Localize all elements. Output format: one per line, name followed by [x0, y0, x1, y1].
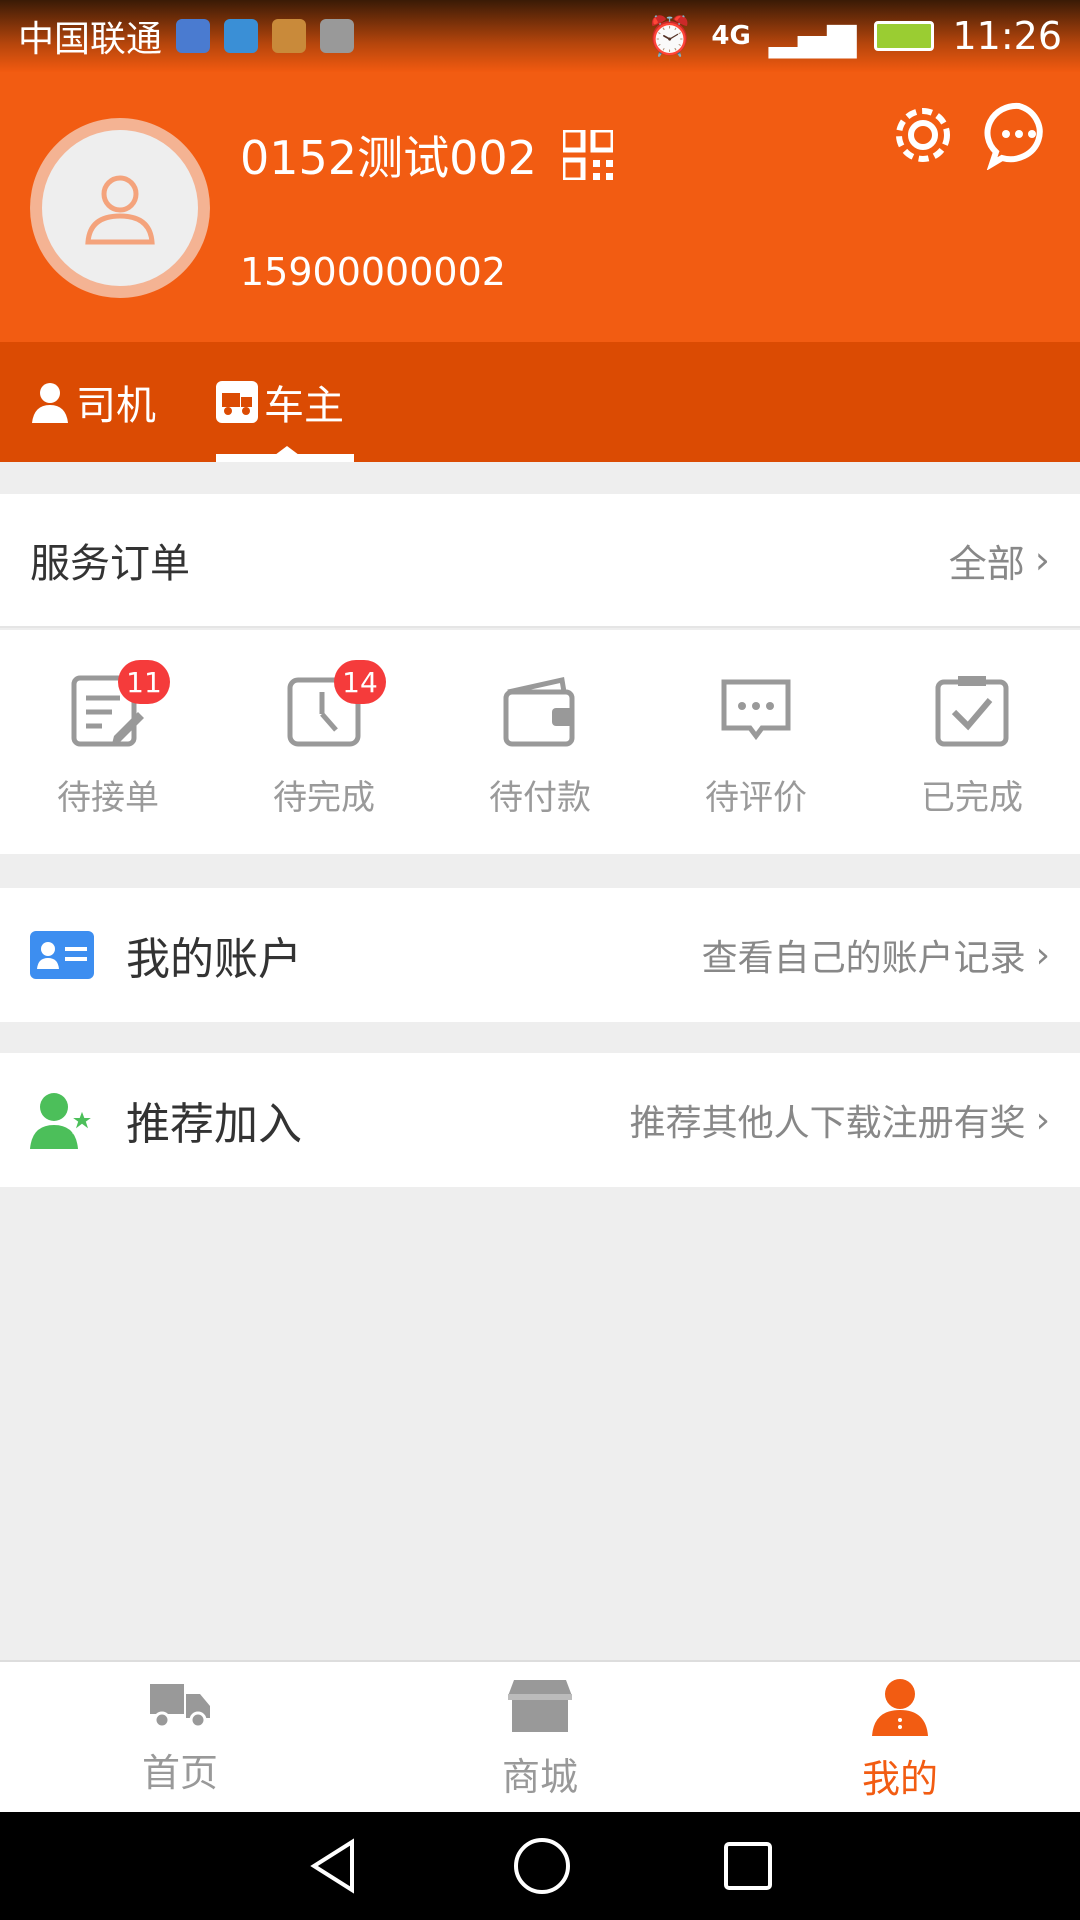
order-count-badge: 14 — [334, 660, 386, 704]
alarm-icon: ⏰ — [646, 13, 694, 58]
nav-mine[interactable]: 我的 — [720, 1662, 1080, 1812]
gallery-icon — [320, 19, 355, 53]
order-pending-payment[interactable]: 待付款 — [432, 630, 648, 854]
order-status-label: 已完成 — [921, 778, 1023, 818]
view-all-label: 全部 — [948, 541, 1025, 586]
order-count-badge: 11 — [118, 660, 170, 704]
role-tabs: 司机 车主 — [0, 342, 1080, 462]
nav-store[interactable]: 商城 — [360, 1662, 720, 1812]
truck-icon — [150, 1684, 210, 1729]
my-account-title: 我的账户 — [126, 934, 302, 985]
my-account-hint: 查看自己的账户记录 — [701, 938, 1026, 979]
nav-mine-label: 我的 — [861, 1757, 938, 1801]
service-orders-title: 服务订单 — [30, 541, 190, 587]
active-tab-indicator — [216, 454, 354, 462]
profile-header: 0152测试002 15900000002 — [0, 72, 1080, 342]
order-status-label: 待付款 — [489, 778, 591, 818]
person-icon — [872, 1679, 928, 1736]
driver-icon — [32, 383, 68, 423]
referral-hint: 推荐其他人下载注册有奖 — [629, 1103, 1026, 1144]
clock-time: 11:26 — [952, 14, 1062, 58]
truck-badge-icon — [216, 381, 258, 423]
user-placeholder-icon — [85, 175, 155, 245]
avatar[interactable] — [30, 118, 210, 298]
status-bar: 中国联通 ⏰ 4G ▂▄▆ 11:26 — [0, 0, 1080, 72]
order-status-grid: 11 待接单 14 待完成 待付款 待评价 已完成 — [0, 630, 1080, 854]
tab-owner-label: 车主 — [264, 383, 344, 429]
battery-icon — [874, 21, 935, 51]
tab-driver-label: 司机 — [76, 383, 156, 429]
network-label: 4G — [711, 21, 751, 51]
store-icon — [508, 1680, 572, 1732]
carrier-label: 中国联通 — [18, 19, 163, 60]
referral-title: 推荐加入 — [126, 1099, 302, 1150]
user-star-icon — [30, 1093, 94, 1149]
nav-home[interactable]: 首页 — [0, 1662, 360, 1812]
order-pending-complete[interactable]: 14 待完成 — [216, 630, 432, 854]
chevron-right-icon: › — [1035, 1099, 1050, 1141]
chevron-right-icon: › — [1034, 538, 1050, 582]
comment-icon — [721, 679, 791, 741]
nav-home-label: 首页 — [141, 1751, 218, 1795]
my-account-row[interactable]: 我的账户 查看自己的账户记录 › — [0, 888, 1080, 1022]
usb-icon — [224, 19, 259, 53]
tab-owner[interactable]: 车主 — [216, 342, 344, 462]
app-notification-icon — [272, 19, 307, 53]
order-completed[interactable]: 已完成 — [864, 630, 1080, 854]
service-orders-header: 服务订单 全部 › — [0, 494, 1080, 628]
chevron-right-icon: › — [1035, 934, 1050, 976]
recents-icon[interactable] — [722, 1840, 774, 1892]
phone-number: 15900000002 — [240, 250, 506, 294]
qr-code-icon[interactable] — [562, 130, 613, 180]
clipboard-check-icon — [935, 676, 1009, 747]
home-icon[interactable] — [512, 1836, 572, 1896]
back-icon[interactable] — [306, 1838, 362, 1894]
order-status-label: 待完成 — [273, 778, 375, 818]
active-tab-caret — [275, 446, 299, 455]
health-notification-icon — [176, 19, 211, 53]
signal-icon: ▂▄▆ — [768, 14, 857, 58]
referral-row[interactable]: 推荐加入 推荐其他人下载注册有奖 › — [0, 1053, 1080, 1187]
bottom-navigation: 首页 商城 我的 — [0, 1660, 1080, 1812]
order-pending-review[interactable]: 待评价 — [648, 630, 864, 854]
order-pending-accept[interactable]: 11 待接单 — [0, 630, 216, 854]
tab-driver[interactable]: 司机 — [30, 342, 156, 462]
wallet-icon — [503, 676, 575, 747]
order-status-label: 待评价 — [705, 778, 807, 818]
id-card-icon — [30, 931, 94, 979]
view-all-orders-link[interactable]: 全部 › — [949, 533, 1050, 588]
message-icon[interactable] — [984, 100, 1054, 170]
settings-gear-icon[interactable] — [888, 100, 958, 170]
system-navigation-bar — [0, 1812, 1080, 1920]
nav-store-label: 商城 — [501, 1755, 578, 1799]
order-status-label: 待接单 — [57, 778, 159, 818]
username: 0152测试002 — [240, 131, 537, 185]
